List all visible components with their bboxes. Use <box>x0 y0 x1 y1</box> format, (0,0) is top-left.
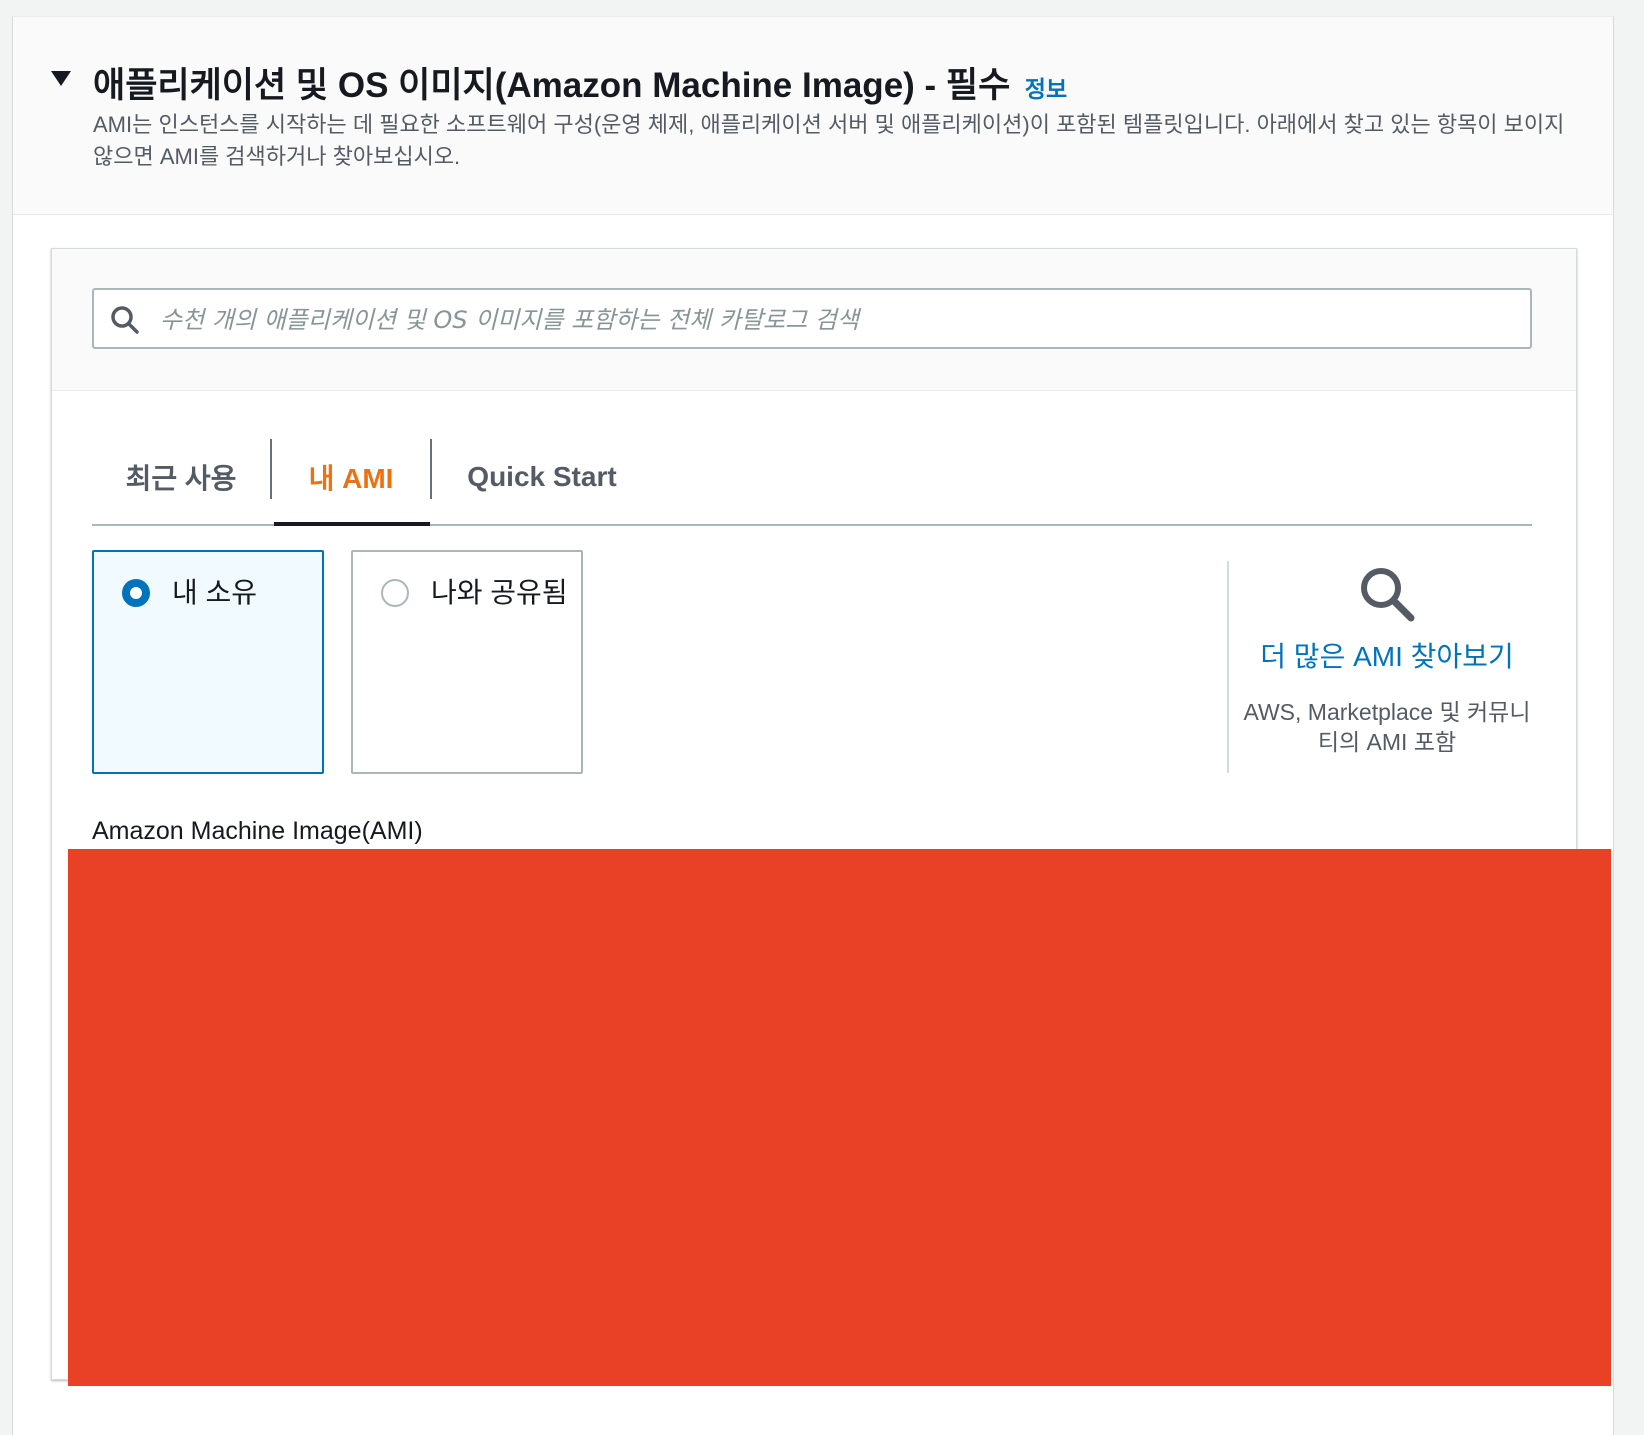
ami-field-label: Amazon Machine Image(AMI) <box>92 817 423 845</box>
search-icon[interactable] <box>1358 565 1416 623</box>
radio-tile-owned-by-me[interactable]: 내 소유 <box>92 550 324 774</box>
info-link[interactable]: 정보 <box>1025 76 1067 102</box>
search-area <box>52 249 1576 391</box>
browse-more-amis: 더 많은 AMI 찾아보기 AWS, Marketplace 및 커뮤니티의 A… <box>1237 561 1537 757</box>
radio-tile-shared-with-me[interactable]: 나와 공유됨 <box>351 550 583 774</box>
search-input[interactable] <box>158 298 1522 342</box>
browse-more-amis-link[interactable]: 더 많은 AMI 찾아보기 <box>1237 635 1537 675</box>
section-title: 애플리케이션 및 OS 이미지(Amazon Machine Image) - … <box>93 66 1011 105</box>
tab-recent[interactable]: 최근 사용 <box>92 429 270 524</box>
redaction-block <box>68 849 1611 1386</box>
radio-button-checked[interactable] <box>122 579 150 607</box>
radio-label: 나와 공유됨 <box>431 577 568 608</box>
radio-button-unchecked[interactable] <box>381 579 409 607</box>
vertical-divider <box>1227 561 1229 773</box>
section-title-row: 애플리케이션 및 OS 이미지(Amazon Machine Image) - … <box>93 57 1067 108</box>
section-description: AMI는 인스턴스를 시작하는 데 필요한 소프트웨어 구성(운영 체제, 애플… <box>93 112 1565 169</box>
browse-more-description: AWS, Marketplace 및 커뮤니티의 AMI 포함 <box>1243 699 1531 755</box>
section-header: 애플리케이션 및 OS 이미지(Amazon Machine Image) - … <box>13 17 1613 215</box>
tab-my-ami[interactable]: 내 AMI <box>272 429 430 526</box>
tab-quick-start[interactable]: Quick Start <box>432 429 652 524</box>
ami-tabs: 최근 사용 내 AMI Quick Start <box>92 429 1532 526</box>
search-icon <box>111 306 139 334</box>
radio-label: 내 소유 <box>172 577 258 608</box>
collapse-caret-icon[interactable] <box>51 71 71 86</box>
search-box[interactable] <box>92 288 1532 349</box>
